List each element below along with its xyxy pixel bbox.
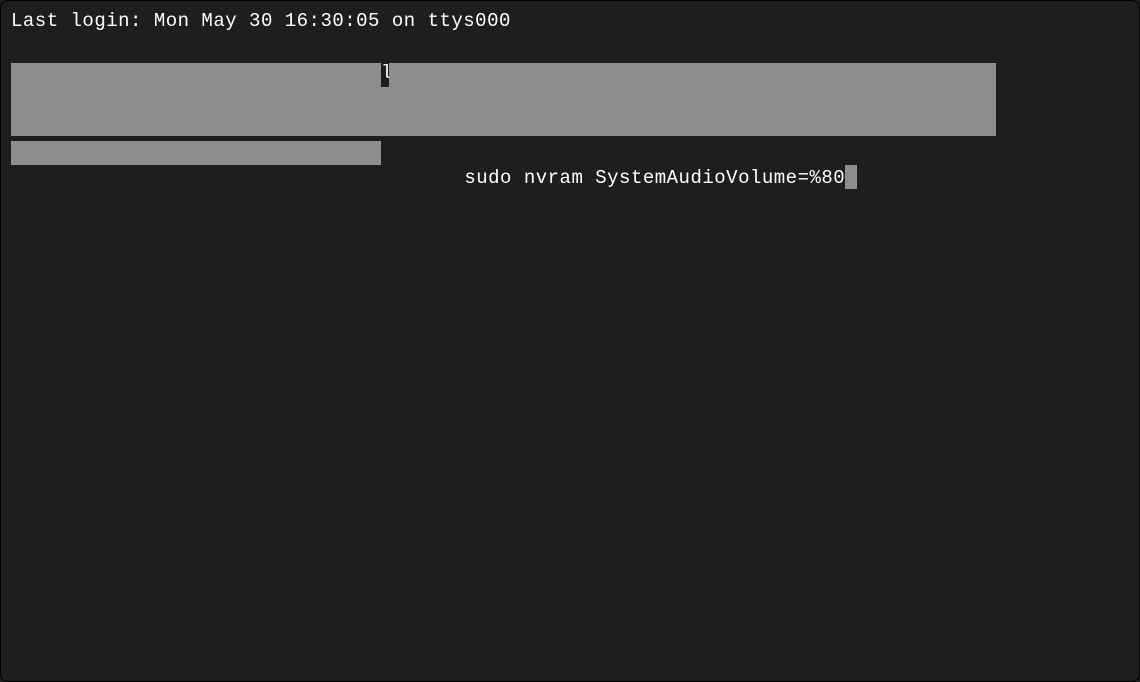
redaction-block-4 xyxy=(11,113,996,136)
redaction-block-2 xyxy=(389,63,996,87)
output-line-2 xyxy=(11,87,1129,113)
prompt-line[interactable]: sudo nvram SystemAudioVolume=%80 xyxy=(11,139,1129,169)
output-line-1: ll i t xyxy=(11,61,1129,87)
redaction-block-1 xyxy=(11,63,381,87)
redaction-block-3 xyxy=(11,87,996,113)
terminal-window[interactable]: Last login: Mon May 30 16:30:05 on ttys0… xyxy=(1,1,1139,177)
terminal-cursor xyxy=(845,165,857,189)
last-login-line: Last login: Mon May 30 16:30:05 on ttys0… xyxy=(11,9,1129,35)
output-line-3 xyxy=(11,113,1129,139)
redaction-block-prompt xyxy=(11,141,381,165)
blank-line xyxy=(11,35,1129,61)
command-text: sudo nvram SystemAudioVolume=%80 xyxy=(452,167,845,189)
